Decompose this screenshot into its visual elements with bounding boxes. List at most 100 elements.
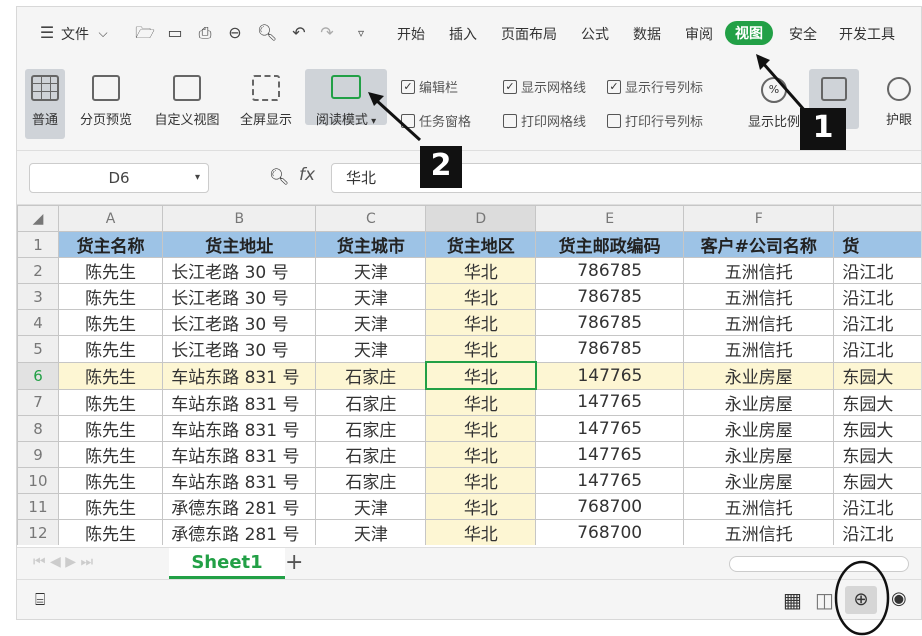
cell[interactable]: 147765 [535, 388, 685, 416]
cell[interactable]: 石家庄 [315, 415, 427, 442]
col-header-d[interactable]: D [425, 205, 537, 232]
col-header-b[interactable]: B [162, 205, 317, 232]
sheet-tab[interactable]: Sheet1 [169, 548, 285, 579]
tab-page-layout[interactable]: 页面布局 [501, 24, 557, 44]
tab-view[interactable]: 视图 [725, 21, 773, 45]
redo-icon[interactable]: ↷ [317, 23, 337, 43]
show-headings-checkbox[interactable]: ✓ 显示行号列标 [607, 77, 703, 96]
cell[interactable]: 长江老路 30 号 [162, 309, 317, 336]
row-header[interactable]: 8 [17, 415, 59, 442]
cell[interactable]: 永业房屋 [683, 441, 835, 468]
cell[interactable]: 客户#公司名称 [683, 231, 835, 258]
formula-bar-checkbox[interactable]: ✓ 编辑栏 [401, 77, 458, 96]
cell[interactable]: 承德东路 281 号 [162, 493, 317, 520]
eye-icon[interactable]: ◉ [891, 588, 907, 609]
cell[interactable]: 陈先生 [57, 415, 164, 442]
row-header[interactable]: 6 [17, 361, 59, 390]
cell[interactable]: 天津 [315, 283, 427, 310]
cell[interactable]: 永业房屋 [683, 388, 835, 416]
nav-arrows-icon[interactable]: ⏮ ◀ ▶ ⏭ [33, 554, 93, 570]
tab-data[interactable]: 数据 [633, 24, 661, 44]
print-headings-checkbox[interactable]: 打印行号列标 [607, 111, 703, 130]
cell[interactable]: 华北 [425, 519, 537, 545]
cell[interactable]: 陈先生 [57, 361, 164, 390]
cell[interactable]: 沿江北 [833, 335, 921, 363]
col-header-a[interactable]: A [57, 205, 164, 232]
cell[interactable]: 长江老路 30 号 [162, 335, 317, 363]
cell[interactable]: 东园大 [833, 441, 921, 468]
open-icon[interactable]: 🗁 [135, 23, 155, 43]
cell[interactable]: 永业房屋 [683, 467, 835, 494]
row-header[interactable]: 1 [17, 231, 59, 258]
more-icon[interactable]: ▿ [351, 23, 371, 43]
cell[interactable]: 永业房屋 [683, 361, 835, 390]
cell[interactable]: 陈先生 [57, 493, 164, 520]
col-header-g[interactable] [833, 205, 921, 232]
hamburger-icon[interactable]: ☰ [37, 23, 57, 43]
cell[interactable]: 147765 [535, 467, 685, 494]
save-icon[interactable]: ▭ [165, 23, 185, 43]
row-header[interactable]: 10 [17, 467, 59, 494]
cell[interactable]: 五洲信托 [683, 283, 835, 310]
cell[interactable]: 华北 [425, 335, 537, 363]
cell[interactable]: 华北 [425, 257, 537, 284]
cell[interactable]: 五洲信托 [683, 335, 835, 363]
cell[interactable]: 陈先生 [57, 257, 164, 284]
row-header[interactable]: 7 [17, 388, 59, 416]
cell[interactable]: 长江老路 30 号 [162, 283, 317, 310]
cell[interactable]: 陈先生 [57, 283, 164, 310]
name-box[interactable]: D6 ▾ [29, 163, 209, 193]
normal-view-button[interactable]: 普通 [25, 69, 65, 139]
reading-mode-icon[interactable]: ⊕ [845, 586, 877, 614]
cell[interactable]: 永业房屋 [683, 415, 835, 442]
row-header[interactable]: 9 [17, 441, 59, 468]
tab-security[interactable]: 安全 [789, 24, 817, 44]
cell[interactable]: 沿江北 [833, 493, 921, 520]
cell[interactable]: 陈先生 [57, 519, 164, 545]
cell[interactable]: 货 [833, 231, 921, 258]
cell[interactable]: 陈先生 [57, 467, 164, 494]
cell[interactable]: 石家庄 [315, 467, 427, 494]
cell[interactable]: 五洲信托 [683, 519, 835, 545]
cell[interactable]: 车站东路 831 号 [162, 361, 317, 390]
chevron-down-icon[interactable]: ▾ [195, 164, 200, 192]
row-header[interactable]: 4 [17, 309, 59, 336]
cell[interactable]: 786785 [535, 283, 685, 310]
cell[interactable]: 石家庄 [315, 361, 427, 390]
cell[interactable]: 车站东路 831 号 [162, 467, 317, 494]
cell[interactable]: 车站东路 831 号 [162, 441, 317, 468]
cell[interactable]: 768700 [535, 519, 685, 545]
page-break-view-icon[interactable]: ◫ [815, 588, 834, 612]
show-gridlines-checkbox[interactable]: ✓ 显示网格线 [503, 77, 586, 96]
cell[interactable]: 车站东路 831 号 [162, 388, 317, 416]
cell[interactable]: 沿江北 [833, 283, 921, 310]
cell[interactable]: 东园大 [833, 361, 921, 390]
row-header[interactable]: 11 [17, 493, 59, 520]
cell[interactable]: 货主城市 [315, 231, 427, 258]
cell[interactable]: 陈先生 [57, 309, 164, 336]
normal-view-icon[interactable]: ▦ [783, 588, 802, 612]
cell[interactable]: 石家庄 [315, 388, 427, 416]
cell[interactable]: 沿江北 [833, 519, 921, 545]
cell[interactable]: 货主邮政编码 [535, 231, 685, 258]
col-header-f[interactable]: F [683, 205, 835, 232]
cell[interactable]: 陈先生 [57, 388, 164, 416]
cell[interactable]: 五洲信托 [683, 493, 835, 520]
cell[interactable]: 五洲信托 [683, 257, 835, 284]
custom-view-button[interactable]: 自定义视图 [147, 69, 227, 128]
cell[interactable]: 华北 [425, 309, 537, 336]
cell[interactable]: 东园大 [833, 415, 921, 442]
tab-home[interactable]: 开始 [397, 24, 425, 44]
cell[interactable]: 车站东路 831 号 [162, 415, 317, 442]
fx-icon[interactable]: fx [299, 165, 315, 185]
cell[interactable]: 沿江北 [833, 257, 921, 284]
cell[interactable]: 东园大 [833, 388, 921, 416]
cell[interactable]: 天津 [315, 493, 427, 520]
cell[interactable]: 华北 [425, 467, 537, 494]
horizontal-scrollbar[interactable] [729, 556, 909, 572]
cell[interactable]: 147765 [535, 361, 685, 390]
reading-mode-button[interactable]: 阅读模式 ▾ [305, 69, 387, 128]
cell[interactable]: 陈先生 [57, 335, 164, 363]
undo-icon[interactable]: ↶ [289, 23, 309, 43]
cell[interactable]: 天津 [315, 257, 427, 284]
